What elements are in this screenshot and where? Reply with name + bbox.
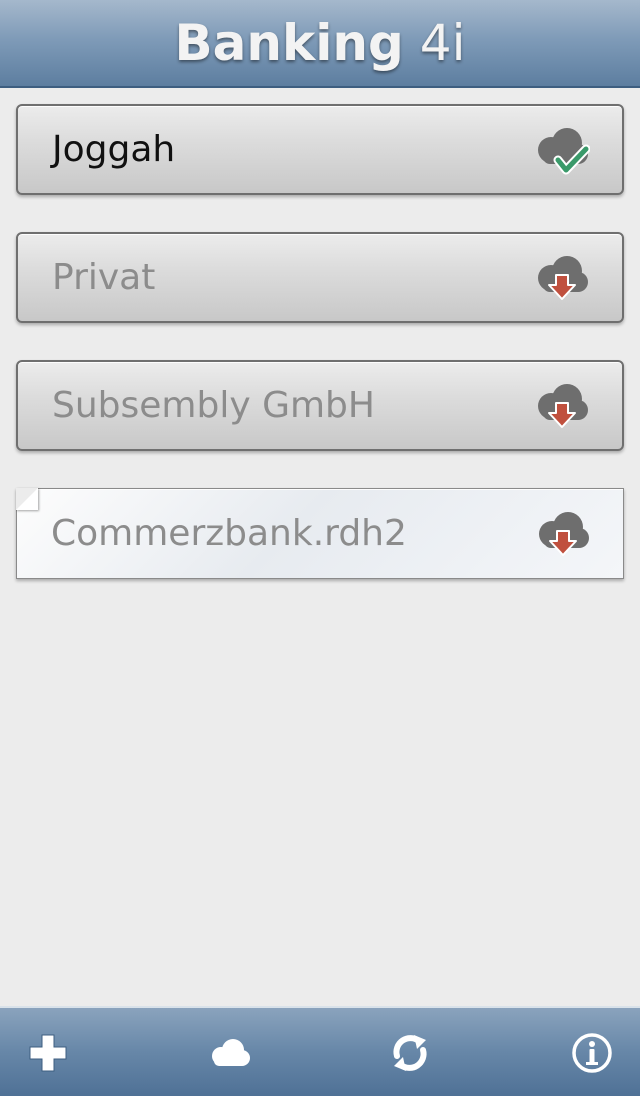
account-label: Commerzbank.rdh2 [51, 513, 407, 554]
info-button[interactable] [565, 1026, 619, 1080]
app-header: Banking 4i [0, 0, 640, 88]
cloud-download-icon [538, 383, 588, 428]
plus-icon [29, 1034, 67, 1072]
info-icon [572, 1033, 612, 1073]
app-title-suffix: 4i [419, 14, 466, 72]
account-label: Joggah [52, 129, 176, 170]
account-item-privat[interactable]: Privat [16, 232, 624, 323]
account-item-commerzbank[interactable]: Commerzbank.rdh2 [16, 488, 624, 579]
account-item-joggah[interactable]: Joggah [16, 104, 624, 195]
account-item-subsembly[interactable]: Subsembly GmbH [16, 360, 624, 451]
cloud-check-icon [538, 127, 590, 174]
cloud-button[interactable] [203, 1026, 257, 1080]
sync-icon [393, 1035, 427, 1071]
cloud-icon [212, 1039, 250, 1066]
app-title-main: Banking [174, 14, 404, 72]
cloud-download-icon [538, 255, 588, 300]
sync-button[interactable] [383, 1026, 437, 1080]
dog-ear-corner [16, 488, 38, 510]
cloud-download-icon [539, 511, 589, 556]
app-title: Banking 4i [175, 18, 466, 68]
bottom-toolbar [0, 1006, 640, 1096]
add-button[interactable] [21, 1026, 75, 1080]
account-label: Privat [52, 257, 156, 298]
account-label: Subsembly GmbH [52, 385, 375, 426]
